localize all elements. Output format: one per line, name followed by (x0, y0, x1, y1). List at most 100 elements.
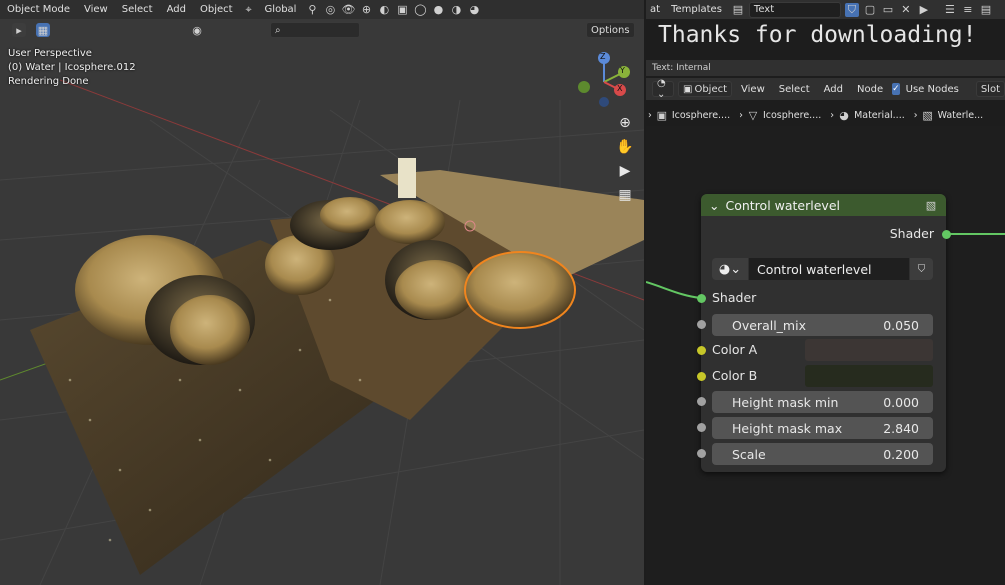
height-mask-min-field[interactable]: Height mask min 0.000 (712, 391, 933, 413)
group-node-control-waterlevel[interactable]: ⌄ Control waterlevel ▧ Shader ◕⌄ Control… (701, 194, 946, 472)
selectability-icon[interactable]: ◉ (190, 23, 204, 37)
select-box-icon[interactable]: ▦ (36, 23, 50, 37)
overall-mix-field[interactable]: Overall_mix 0.050 (712, 314, 933, 336)
syntax-highlight-icon[interactable]: ▤ (979, 3, 993, 17)
active-object-label: (0) Water | Icosphere.012 (8, 62, 136, 73)
viewport-tool-header: ▸ ▦ ◉ ⌕ Options (0, 20, 644, 42)
mode-selector[interactable]: Object Mode (2, 4, 75, 15)
transform-pivot-icon[interactable]: ⌖ (242, 3, 256, 17)
breadcrumb-arrow-icon: › (739, 109, 743, 121)
breadcrumb-arrow-icon: › (913, 109, 918, 121)
navigation-gizmo[interactable]: Z Y X (574, 50, 634, 110)
viewport-header: Object Mode View Select Add Object ⌖ Glo… (0, 0, 644, 19)
text-datablock-icon: ▤ (732, 3, 744, 16)
overall-mix-value: 0.050 (883, 317, 919, 333)
shader-type-label: Object (694, 83, 728, 95)
transform-orientation[interactable]: Global (260, 4, 302, 15)
right-editors: at Templates ▤ Text ⛉ ▢ ▭ ✕ ▶ ☰ ≡ ▤ Than… (646, 0, 1005, 585)
node-group-selector[interactable]: ◕⌄ Control waterlevel ⛉ (701, 258, 946, 280)
camera-icon[interactable]: ▶ (614, 160, 636, 182)
height-mask-max-field[interactable]: Height mask max 2.840 (712, 417, 933, 439)
socket-output-shader[interactable] (942, 230, 951, 239)
zoom-icon[interactable]: ⊕ (614, 112, 636, 134)
shading-material-icon[interactable]: ◑ (449, 3, 463, 17)
run-script-icon[interactable]: ▶ (917, 3, 931, 17)
menu-add[interactable]: Add (162, 4, 191, 15)
render-status-label: Rendering Done (8, 76, 89, 87)
text-datablock-name[interactable]: Text (748, 1, 841, 18)
socket-overall-mix[interactable] (697, 320, 706, 329)
height-mask-min-value: 0.000 (883, 394, 919, 410)
options-button[interactable]: Options (586, 22, 635, 38)
snap-icon[interactable]: ⚲ (305, 3, 319, 17)
color-b-swatch[interactable] (805, 365, 933, 387)
node-menu-select[interactable]: Select (774, 84, 815, 95)
socket-color-b[interactable] (697, 372, 706, 381)
proportional-edit-icon[interactable]: ◎ (323, 3, 337, 17)
breadcrumb-group[interactable]: Waterle... (938, 110, 984, 121)
node-menu-node[interactable]: Node (852, 84, 888, 95)
visibility-icon[interactable]: 👁 (341, 3, 355, 17)
collapse-chevron-icon[interactable]: ⌄ (709, 198, 719, 213)
socket-height-mask-min[interactable] (697, 397, 706, 406)
unlink-text-icon[interactable]: ✕ (899, 3, 913, 17)
viewport-scene[interactable] (0, 0, 644, 585)
node-group-icon: ▧ (922, 108, 933, 122)
node-menu-add[interactable]: Add (819, 84, 848, 95)
outliner-search-input[interactable]: ⌕ (270, 22, 360, 38)
xray-icon[interactable]: ▣ (395, 3, 409, 17)
socket-scale[interactable] (697, 449, 706, 458)
node-editor-canvas[interactable]: ⌄ Control waterlevel ▧ Shader ◕⌄ Control… (646, 126, 1005, 585)
shader-type-selector[interactable]: ▣ Object (678, 81, 733, 97)
shading-solid-icon[interactable]: ● (431, 3, 445, 17)
node-title: Control waterlevel (725, 197, 840, 213)
gizmo-x-label: X (617, 84, 623, 93)
socket-input-shader[interactable] (697, 294, 706, 303)
text-editor-header: at Templates ▤ Text ⛉ ▢ ▭ ✕ ▶ ☰ ≡ ▤ (646, 0, 1005, 19)
socket-height-mask-max[interactable] (697, 423, 706, 432)
gizmo-y-label: Y (620, 66, 625, 75)
text-menu-format[interactable]: at (648, 4, 662, 15)
gizmo-icon[interactable]: ⊕ (359, 3, 373, 17)
gizmo-z-label: Z (600, 52, 606, 61)
node-group-name[interactable]: Control waterlevel (749, 258, 909, 280)
scale-field[interactable]: Scale 0.200 (712, 443, 933, 465)
fake-user-shield-icon[interactable]: ⛉ (844, 2, 859, 17)
breadcrumb-mesh[interactable]: Icosphere.... (763, 110, 821, 121)
3d-viewport[interactable]: Object Mode View Select Add Object ⌖ Glo… (0, 0, 644, 585)
node-tree-icon[interactable]: ◕⌄ (712, 258, 748, 280)
text-content-line[interactable]: Thanks for downloading! (658, 22, 977, 48)
grid-ortho-icon[interactable]: ▦ (614, 184, 636, 206)
node-group-icon[interactable]: ▧ (924, 198, 938, 212)
node-header[interactable]: ⌄ Control waterlevel ▧ (701, 194, 946, 216)
breadcrumb-material[interactable]: Material.... (854, 110, 905, 121)
height-mask-max-value: 2.840 (883, 420, 919, 436)
slot-selector[interactable]: Slot (975, 81, 1005, 97)
input-shader-label: Shader (712, 290, 757, 305)
node-menu-view[interactable]: View (736, 84, 770, 95)
editor-type-icon[interactable]: ◔ ⌄ (652, 78, 674, 100)
overlay-icon[interactable]: ◐ (377, 3, 391, 17)
view-perspective-label: User Perspective (8, 48, 92, 59)
node-editor-header: ◔ ⌄ ▣ Object View Select Add Node ✓ Use … (646, 78, 1005, 100)
breadcrumb-object[interactable]: Icosphere.... (672, 110, 730, 121)
use-nodes-checkbox[interactable]: ✓ (892, 83, 900, 95)
color-a-swatch[interactable] (805, 339, 933, 361)
word-wrap-icon[interactable]: ≡ (961, 3, 975, 17)
open-text-icon[interactable]: ▭ (881, 3, 895, 17)
scale-value: 0.200 (883, 446, 919, 462)
breadcrumb-arrow-icon: › (830, 109, 835, 121)
menu-view[interactable]: View (79, 4, 113, 15)
shading-wireframe-icon[interactable]: ◯ (413, 3, 427, 17)
text-editor-body[interactable]: Thanks for downloading! (646, 19, 1005, 60)
shading-rendered-icon[interactable]: ◕ (467, 3, 481, 17)
templates-menu[interactable]: Templates (666, 4, 727, 15)
cursor-tool-icon[interactable]: ▸ (12, 23, 26, 37)
menu-object[interactable]: Object (195, 4, 238, 15)
new-text-icon[interactable]: ▢ (863, 3, 877, 17)
fake-user-shield-icon[interactable]: ⛉ (910, 258, 933, 280)
socket-color-a[interactable] (697, 346, 706, 355)
menu-select[interactable]: Select (117, 4, 158, 15)
pan-hand-icon[interactable]: ✋ (614, 136, 636, 158)
line-numbers-icon[interactable]: ☰ (943, 3, 957, 17)
